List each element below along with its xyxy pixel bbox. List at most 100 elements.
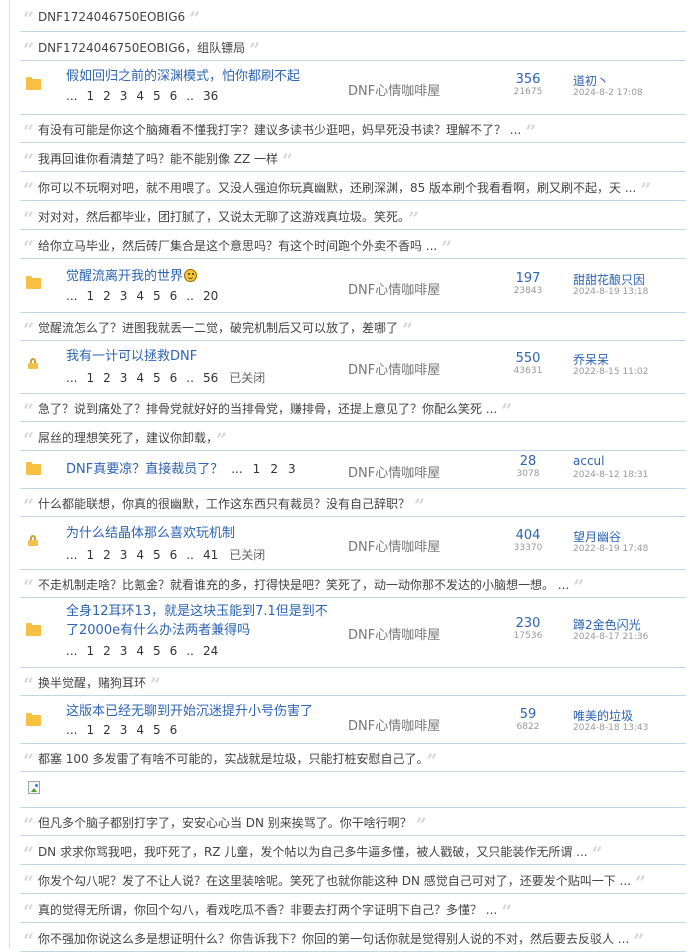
author-link[interactable]: accul <box>573 454 605 468</box>
page-link[interactable]: 2 <box>103 548 111 562</box>
page-links: ... 1 2 3 4 5 6 <box>66 723 186 737</box>
quote-row: “你可以不玩啊对吧，就不用喂了。又没人强迫你玩真幽默，还刷深渊，85 版本刷个我… <box>20 173 686 201</box>
page-link[interactable]: 4 <box>136 548 144 562</box>
quote-text: DN 求求你骂我吧，我吓死了，RZ 儿童，发个帖以为自己多牛逼多懂，被人戳破，又… <box>37 845 588 859</box>
page-link[interactable]: 6 <box>170 289 178 303</box>
quote-row: “不走机制走啥？比氪金？就看谁充的多，打得快是吧？笑死了，动一动你那不发达的小脑… <box>20 570 686 598</box>
page-link[interactable]: 6 <box>170 548 178 562</box>
page-link[interactable]: 1 <box>86 89 94 103</box>
page-link[interactable]: 4 <box>136 89 144 103</box>
thread-title-link[interactable]: 这版本已经无聊到开始沉迷提升小号伤害了 <box>66 702 313 721</box>
reply-count[interactable]: 197 <box>508 271 548 286</box>
reply-count[interactable]: 356 <box>508 72 548 87</box>
thread-title-link[interactable]: 我有一计可以拯救DNF <box>66 347 197 366</box>
quote-row: “屌丝的理想笑死了，建议你卸载，” <box>20 423 686 451</box>
reply-count[interactable]: 550 <box>508 351 548 366</box>
page-link[interactable]: 5 <box>153 89 161 103</box>
page-link[interactable]: 56 <box>203 371 218 385</box>
forum-link[interactable]: DNF心情咖啡屋 <box>348 462 440 481</box>
page-links: ... 1 2 3 4 5 6.. 56 已关闭 <box>66 369 265 386</box>
page-link[interactable]: 2 <box>103 644 111 658</box>
page-link[interactable]: 5 <box>153 289 161 303</box>
view-count: 23843 <box>513 286 543 296</box>
page-link[interactable]: 2 <box>103 289 111 303</box>
author-link[interactable]: 道初丶 <box>573 72 609 89</box>
page-link[interactable]: 5 <box>153 548 161 562</box>
quote-content: “屌丝的理想笑死了，建议你卸载，” <box>23 429 227 450</box>
reply-count[interactable]: 28 <box>508 454 548 469</box>
page-link[interactable]: 3 <box>288 462 296 476</box>
page-link[interactable]: 1 <box>86 289 94 303</box>
forum-link[interactable]: DNF心情咖啡屋 <box>348 359 440 378</box>
quote-text: DNF1724046750EOBIG6，组队镖局 <box>37 41 246 55</box>
page-link[interactable]: 5 <box>153 371 161 385</box>
thread-title-text[interactable]: DNF真要凉？直接裁员了？ <box>66 462 223 477</box>
page-link[interactable]: 2 <box>270 462 278 476</box>
page-link[interactable]: 5 <box>153 723 161 737</box>
quote-open-icon: “ <box>23 750 34 772</box>
page-link[interactable]: 6 <box>170 371 178 385</box>
page-link[interactable]: 1 <box>86 723 94 737</box>
page-link[interactable]: 4 <box>136 723 144 737</box>
page-link[interactable]: 24 <box>203 644 218 658</box>
page-link[interactable]: 6 <box>170 723 178 737</box>
page-link[interactable]: 4 <box>136 289 144 303</box>
page-link[interactable]: 1 <box>86 644 94 658</box>
thread-title-text[interactable]: 为什么结晶体那么喜欢玩机制 <box>66 526 235 541</box>
thread-title-text[interactable]: 这版本已经无聊到开始沉迷提升小号伤害了 <box>66 704 313 719</box>
author-link[interactable]: 乔呆呆 <box>573 351 609 368</box>
quote-content: “都塞 100 多发雷了有啥不可能的，实战就是垃圾，只能打桩安慰自己了。” <box>23 750 437 771</box>
thread-title-text[interactable]: 全身12耳环13，就是这块玉能到7.1但是到不了2000e有什么办法两者兼得吗 <box>66 604 328 638</box>
author-link[interactable]: 蹲2金色闪光 <box>573 616 641 633</box>
view-count: 17536 <box>513 631 543 641</box>
author-link[interactable]: 甜甜花酿只因 <box>573 271 645 288</box>
page-link[interactable]: 3 <box>120 289 128 303</box>
quote-content: “你发个勾八呢？发了不让人说？在这里装啥呢。笑死了也就你能这种 DN 感觉自己可… <box>23 872 646 893</box>
thread-title-link[interactable]: 觉醒流离开我的世界 <box>66 267 198 286</box>
forum-link[interactable]: DNF心情咖啡屋 <box>348 624 440 643</box>
thread-row: 这版本已经无聊到开始沉迷提升小号伤害了... 1 2 3 4 5 6 DNF心情咖啡屋 59 68… <box>20 698 686 744</box>
page-link[interactable]: 3 <box>120 371 128 385</box>
page-link[interactable]: 2 <box>103 723 111 737</box>
quote-text: 有没有可能是你这个脑瘫看不懂我打字？建议多读书少逛吧，妈早死没书读？理解不了？ … <box>37 123 522 137</box>
forum-link[interactable]: DNF心情咖啡屋 <box>348 715 440 734</box>
reply-count[interactable]: 59 <box>508 707 548 722</box>
forum-link[interactable]: DNF心情咖啡屋 <box>348 536 440 555</box>
page-link[interactable]: 6 <box>170 644 178 658</box>
page-link[interactable]: 3 <box>120 89 128 103</box>
page-link[interactable]: 1 <box>253 462 261 476</box>
forum-link[interactable]: DNF心情咖啡屋 <box>348 80 440 99</box>
page-link: ... <box>231 462 243 476</box>
quote-row: “给你立马毕业，然后砖厂集合是这个意思吗？有这个时间跑个外卖不香吗 ...” <box>20 231 686 259</box>
page-link[interactable]: 4 <box>136 644 144 658</box>
page-link[interactable]: 1 <box>86 371 94 385</box>
thread-title-link[interactable]: DNF真要凉？直接裁员了？... 1 2 3 <box>66 460 306 479</box>
forum-link[interactable]: DNF心情咖啡屋 <box>348 279 440 298</box>
thread-title-text[interactable]: 假如回归之前的深渊模式，怕你都刷不起 <box>66 69 300 84</box>
thread-title-link[interactable]: 全身12耳环13，就是这块玉能到7.1但是到不了2000e有什么办法两者兼得吗 <box>66 602 336 640</box>
page-link[interactable]: 3 <box>120 548 128 562</box>
page-link[interactable]: 1 <box>86 548 94 562</box>
reply-count[interactable]: 230 <box>508 616 548 631</box>
page-link[interactable]: 20 <box>203 289 218 303</box>
page-link[interactable]: 2 <box>103 89 111 103</box>
closed-label: 已关闭 <box>229 548 266 562</box>
quote-text: 但凡多个脑子都别打字了，安安心心当 DN 别来挨骂了。你干啥行啊？ <box>37 816 412 830</box>
page-link[interactable]: 5 <box>153 644 161 658</box>
reply-count[interactable]: 404 <box>508 528 548 543</box>
page-link[interactable]: 3 <box>120 723 128 737</box>
page-link[interactable]: 6 <box>170 89 178 103</box>
thread-title-text[interactable]: 我有一计可以拯救DNF <box>66 349 197 364</box>
page-link[interactable]: 36 <box>203 89 218 103</box>
author-link[interactable]: 望月幽谷 <box>573 528 621 545</box>
page-link[interactable]: 41 <box>203 548 218 562</box>
quote-open-icon: “ <box>23 429 34 451</box>
author-link[interactable]: 唯美的垃圾 <box>573 707 633 724</box>
thread-row: 为什么结晶体那么喜欢玩机制... 1 2 3 4 5 6.. 41 已关闭 DNF心情咖啡屋 404… <box>20 519 686 570</box>
page-link[interactable]: 2 <box>103 371 111 385</box>
page-link[interactable]: 4 <box>136 371 144 385</box>
page-link[interactable]: 3 <box>120 644 128 658</box>
thread-title-text[interactable]: 觉醒流离开我的世界 <box>66 269 183 284</box>
thread-title-link[interactable]: 假如回归之前的深渊模式，怕你都刷不起 <box>66 67 300 86</box>
thread-title-link[interactable]: 为什么结晶体那么喜欢玩机制 <box>66 524 235 543</box>
